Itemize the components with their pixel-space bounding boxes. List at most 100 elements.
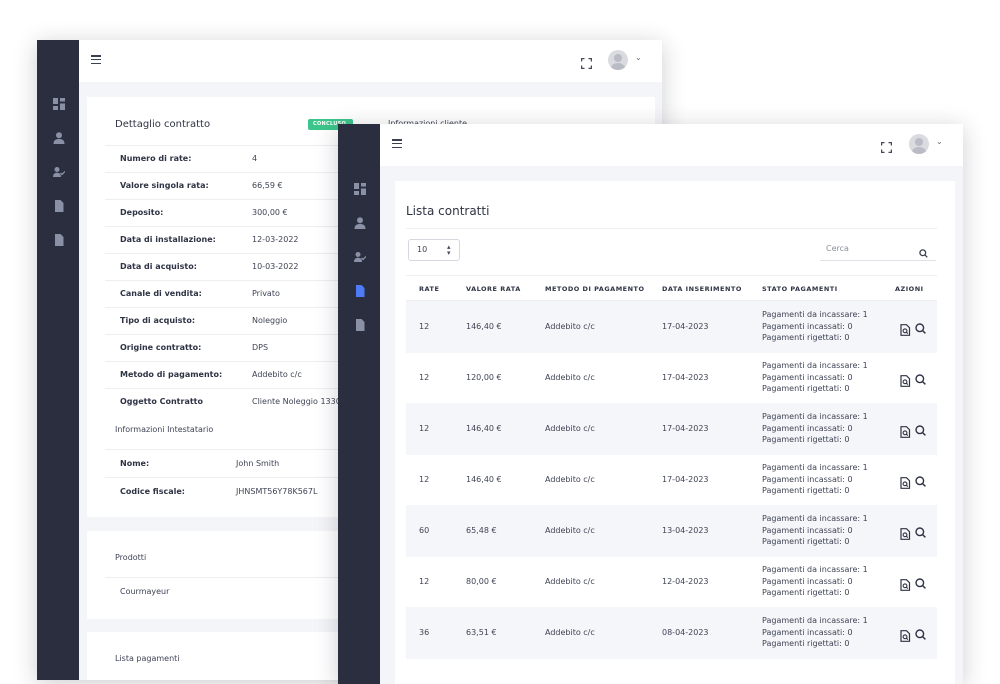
- col-metodo-pagamento[interactable]: METODO DI PAGAMENTO: [545, 285, 645, 293]
- table-row: 60 65,48 € Addebito c/c 13-04-2023 Pagamenti…: [406, 505, 937, 557]
- payments-collected: Pagamenti incassati: 0: [762, 474, 853, 484]
- field-value: 66,59 €: [252, 181, 283, 190]
- field-value: Noleggio: [252, 316, 288, 325]
- sidebar: [338, 124, 380, 684]
- payments-collected: Pagamenti incassati: 0: [762, 525, 853, 535]
- field-label: Canale di vendita:: [120, 289, 202, 298]
- payments-rejected: Pagamenti rigettati: 0: [762, 333, 850, 342]
- avatar[interactable]: [909, 134, 929, 154]
- user-icon[interactable]: [52, 131, 65, 144]
- detail-title: Dettaglio contratto: [115, 119, 211, 130]
- fullscreen-icon[interactable]: [880, 138, 893, 154]
- col-data-inserimento[interactable]: DATA INSERIMENTO: [662, 285, 742, 293]
- user-check-icon[interactable]: [52, 165, 65, 178]
- contract-list-window: ⌄ Lista contratti 10 ▴ ▾ Cerca RATE VALOR…: [338, 124, 963, 684]
- field-label: Oggetto Contratto: [120, 397, 203, 406]
- document-icon[interactable]: [353, 284, 366, 297]
- table-row: 12 146,40 € Addebito c/c 17-04-2023 Pagament…: [406, 301, 937, 353]
- page-size-select[interactable]: 10 ▴ ▾: [408, 239, 460, 261]
- document-search-icon[interactable]: [900, 423, 911, 438]
- chevron-down-icon[interactable]: ⌄: [936, 137, 943, 146]
- cell-metodo: Addebito c/c: [545, 424, 595, 433]
- payments-collected: Pagamenti incassati: 0: [762, 576, 853, 586]
- topbar: ⌄: [79, 40, 662, 82]
- avatar[interactable]: [608, 50, 628, 70]
- cell-data: 17-04-2023: [662, 424, 709, 433]
- cell-rate: 12: [419, 424, 430, 433]
- field-label: Metodo di pagamento:: [120, 370, 223, 379]
- search-icon[interactable]: [915, 422, 926, 436]
- cell-valore: 63,51 €: [466, 628, 497, 637]
- holder-value: JHNSMT56Y78K567L: [236, 487, 318, 496]
- field-label: Data di acquisto:: [120, 262, 197, 271]
- cell-metodo: Addebito c/c: [545, 526, 595, 535]
- payments-rejected: Pagamenti rigettati: 0: [762, 537, 850, 546]
- cell-rate: 12: [419, 322, 430, 331]
- table-row: 12 120,00 € Addebito c/c 17-04-2023 Pagament…: [406, 352, 937, 404]
- document-search-icon[interactable]: [900, 372, 911, 387]
- col-rate[interactable]: RATE: [419, 285, 439, 293]
- dashboard-icon[interactable]: [353, 182, 366, 195]
- payments-rejected: Pagamenti rigettati: 0: [762, 435, 850, 444]
- page-title: Lista contratti: [406, 204, 490, 218]
- cell-valore: 146,40 €: [466, 424, 502, 433]
- chevron-down-icon[interactable]: ⌄: [635, 53, 642, 62]
- dashboard-icon[interactable]: [52, 97, 65, 110]
- field-label: Origine contratto:: [120, 343, 202, 352]
- cell-stato: Pagamenti da incassare: 1 Pagamenti incas…: [762, 615, 868, 650]
- payments-rejected: Pagamenti rigettati: 0: [762, 486, 850, 495]
- cell-valore: 80,00 €: [466, 577, 497, 586]
- search-icon[interactable]: [919, 243, 929, 258]
- search-icon[interactable]: [915, 320, 926, 334]
- spreadsheet-icon[interactable]: [353, 318, 366, 331]
- fullscreen-icon[interactable]: [580, 54, 593, 70]
- field-label: Valore singola rata:: [120, 181, 209, 190]
- field-value: DPS: [252, 343, 269, 352]
- search-icon[interactable]: [915, 473, 926, 487]
- search-icon[interactable]: [915, 524, 926, 538]
- search-icon[interactable]: [915, 575, 926, 589]
- cell-stato: Pagamenti da incassare: 1 Pagamenti incas…: [762, 360, 868, 395]
- page-size-value: 10: [417, 245, 428, 254]
- topbar: ⌄: [380, 124, 963, 166]
- document-search-icon[interactable]: [900, 474, 911, 489]
- cell-stato: Pagamenti da incassare: 1 Pagamenti incas…: [762, 309, 868, 344]
- user-icon[interactable]: [353, 216, 366, 229]
- payments-collected: Pagamenti incassati: 0: [762, 321, 853, 331]
- user-check-icon[interactable]: [353, 250, 366, 263]
- products-title: Prodotti: [115, 553, 147, 562]
- table-row: 12 80,00 € Addebito c/c 12-04-2023 Pagamenti…: [406, 556, 937, 608]
- cell-metodo: Addebito c/c: [545, 628, 595, 637]
- search-icon[interactable]: [915, 371, 926, 385]
- cell-data: 13-04-2023: [662, 526, 709, 535]
- cell-data: 17-04-2023: [662, 373, 709, 382]
- document-icon[interactable]: [52, 199, 65, 212]
- cell-rate: 12: [419, 475, 430, 484]
- payments-collected: Pagamenti incassati: 0: [762, 423, 853, 433]
- search-box[interactable]: Cerca: [820, 238, 936, 261]
- col-stato-pagamenti[interactable]: STATO PAGAMENTI: [762, 285, 838, 293]
- field-value: Privato: [252, 289, 280, 298]
- col-azioni: AZIONI: [895, 285, 924, 293]
- cell-metodo: Addebito c/c: [545, 475, 595, 484]
- cell-data: 17-04-2023: [662, 475, 709, 484]
- payments-collected: Pagamenti incassati: 0: [762, 372, 853, 382]
- document-search-icon[interactable]: [900, 525, 911, 540]
- menu-icon[interactable]: [392, 139, 402, 148]
- payments-pending: Pagamenti da incassare: 1: [762, 463, 868, 472]
- table-row: 36 63,51 € Addebito c/c 08-04-2023 Pagamenti…: [406, 607, 937, 659]
- search-icon[interactable]: [915, 626, 926, 640]
- field-value: 12-03-2022: [252, 235, 299, 244]
- field-value: 10-03-2022: [252, 262, 299, 271]
- product-item: Courmayeur: [120, 587, 170, 596]
- cell-valore: 146,40 €: [466, 475, 502, 484]
- col-valore-rata[interactable]: VALORE RATA: [466, 285, 521, 293]
- document-search-icon[interactable]: [900, 576, 911, 591]
- menu-icon[interactable]: [91, 55, 101, 64]
- payments-pending: Pagamenti da incassare: 1: [762, 361, 868, 370]
- document-search-icon[interactable]: [900, 321, 911, 336]
- spreadsheet-icon[interactable]: [52, 233, 65, 246]
- cell-rate: 12: [419, 373, 430, 382]
- document-search-icon[interactable]: [900, 627, 911, 642]
- cell-valore: 146,40 €: [466, 322, 502, 331]
